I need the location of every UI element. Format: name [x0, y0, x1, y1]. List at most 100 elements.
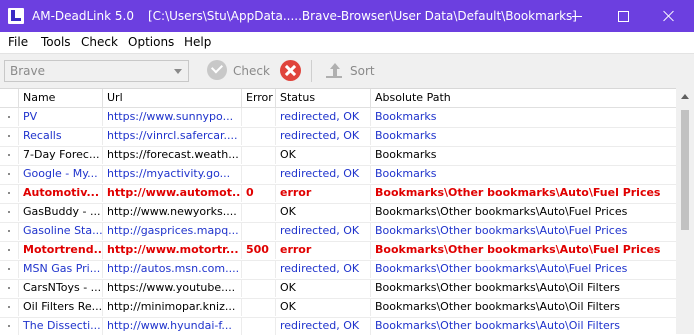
row-marker-icon [0, 203, 19, 221]
table-row[interactable]: The Dissecti... http://www.hyundai-f... re… [0, 317, 676, 335]
cell-path: Bookmarks\Other bookmarks\Auto\Fuel Pric… [375, 262, 628, 275]
menu-help[interactable]: Help [184, 32, 211, 53]
table-row[interactable]: MSN Gas Pri... http://autos.msn.com.... re… [0, 260, 676, 280]
menu-options[interactable]: Options [128, 32, 174, 53]
cell-url: http://gasprices.mapq... [103, 222, 242, 240]
table-row[interactable]: Recalls https://vinrcl.safercar.... redire… [0, 127, 676, 147]
stop-icon[interactable] [280, 60, 301, 81]
check-icon[interactable] [207, 60, 227, 80]
row-marker-icon [0, 127, 19, 145]
table-row[interactable]: Google - My... https://myactivity.go... re… [0, 165, 676, 185]
menu-file[interactable]: File [8, 32, 28, 53]
cell-path: Bookmarks\Other bookmarks\Auto\Oil Filte… [375, 281, 620, 294]
cell-status: redirected, OK [276, 317, 371, 335]
cell-error: 0 [242, 184, 276, 202]
table-row[interactable]: CarsNToys - ... https://www.youtube.... OK… [0, 279, 676, 299]
cell-path: Bookmarks [375, 110, 437, 123]
row-marker-icon [0, 317, 19, 335]
cell-url: https://vinrcl.safercar.... [103, 127, 242, 145]
cell-path: Bookmarks\Other bookmarks\Auto\Fuel Pric… [375, 224, 628, 237]
cell-url: https://www.youtube.... [103, 279, 242, 297]
cell-url: https://forecast.weath... [103, 146, 242, 164]
row-marker-icon [0, 108, 19, 126]
row-marker-icon [0, 298, 19, 316]
column-header-url[interactable]: Url [103, 89, 242, 107]
menu-bar: File Tools Check Options Help [0, 32, 694, 53]
close-button[interactable] [646, 0, 692, 32]
window-path: [C:\Users\Stu\AppData.....Brave-Browser\… [148, 9, 577, 23]
cell-name: CarsNToys - ... [19, 279, 103, 297]
table-row[interactable]: Gasoline Sta... http://gasprices.mapq... r… [0, 222, 676, 242]
toolbar: Brave Check Sort [0, 53, 694, 89]
menu-tools[interactable]: Tools [41, 32, 71, 53]
cell-path: Bookmarks\Other bookmarks\Auto\Oil Filte… [375, 319, 620, 332]
column-header-marker [0, 89, 19, 107]
cell-status: OK [276, 203, 371, 221]
cell-status: redirected, OK [276, 127, 371, 145]
cell-name: GasBuddy - ... [19, 203, 103, 221]
cell-url: http://autos.msn.com.... [103, 260, 242, 278]
row-marker-icon [0, 184, 19, 202]
row-marker-icon [0, 146, 19, 164]
sort-icon[interactable] [325, 61, 343, 79]
cell-error: 500 [242, 241, 276, 259]
cell-url: https://www.sunnypo... [103, 108, 242, 126]
cell-url: http://www.motortr... [103, 241, 242, 259]
cell-name: Google - My... [19, 165, 103, 183]
row-marker-icon [0, 260, 19, 278]
cell-error [242, 317, 276, 335]
table-row[interactable]: GasBuddy - ... http://www.newyorks.... OK B… [0, 203, 676, 223]
menu-check[interactable]: Check [81, 32, 118, 53]
cell-url: https://myactivity.go... [103, 165, 242, 183]
vertical-scrollbar[interactable] [676, 88, 694, 334]
table-row[interactable]: Automotiv... http://www.automot... 0 error B… [0, 184, 676, 204]
cell-url: http://www.newyorks.... [103, 203, 242, 221]
maximize-button[interactable] [600, 0, 646, 32]
cell-name: 7-Day Forec... [19, 146, 103, 164]
toolbar-separator [311, 60, 312, 82]
title-bar[interactable]: AM-DeadLink 5.0 [C:\Users\Stu\AppData...… [0, 0, 694, 32]
column-header-error[interactable]: Error [242, 89, 276, 107]
table-row[interactable]: Motortrend... http://www.motortr... 500 err… [0, 241, 676, 261]
cell-url: http://www.hyundai-f... [103, 317, 242, 335]
cell-path: Bookmarks\Other bookmarks\Auto\Fuel Pric… [375, 186, 661, 199]
minimize-button[interactable] [554, 0, 600, 32]
cell-status: redirected, OK [276, 260, 371, 278]
row-marker-icon [0, 241, 19, 259]
cell-name: Automotiv... [19, 184, 103, 202]
browser-select-value: Brave [10, 64, 46, 78]
browser-select[interactable]: Brave [4, 60, 189, 82]
scroll-thumb[interactable] [681, 110, 689, 230]
column-header-path[interactable]: Absolute Path [371, 89, 676, 107]
cell-status: OK [276, 298, 371, 316]
cell-status: error [276, 184, 371, 202]
table-row[interactable]: PV https://www.sunnypo... redirected, OK Bo… [0, 108, 676, 128]
cell-path: Bookmarks [375, 167, 437, 180]
table-row[interactable]: 7-Day Forec... https://forecast.weath... O… [0, 146, 676, 166]
cell-error [242, 260, 276, 278]
table-row[interactable]: Oil Filters Re... http://minimopar.kniz..… [0, 298, 676, 318]
cell-name: Motortrend... [19, 241, 103, 259]
cell-status: OK [276, 146, 371, 164]
cell-status: redirected, OK [276, 222, 371, 240]
app-icon [8, 8, 24, 24]
scroll-up-icon[interactable] [681, 94, 689, 99]
cell-name: Oil Filters Re... [19, 298, 103, 316]
cell-name: Gasoline Sta... [19, 222, 103, 240]
cell-name: MSN Gas Pri... [19, 260, 103, 278]
column-header-status[interactable]: Status [276, 89, 371, 107]
row-marker-icon [0, 279, 19, 297]
cell-status: error [276, 241, 371, 259]
window-title: AM-DeadLink 5.0 [32, 9, 134, 23]
cell-url: http://www.automot... [103, 184, 242, 202]
cell-path: Bookmarks\Other bookmarks\Auto\Fuel Pric… [375, 205, 628, 218]
cell-error [242, 127, 276, 145]
row-marker-icon [0, 222, 19, 240]
check-button[interactable]: Check [233, 54, 270, 89]
column-header-name[interactable]: Name [19, 89, 103, 107]
cell-status: OK [276, 279, 371, 297]
sort-button[interactable]: Sort [350, 54, 375, 89]
cell-error [242, 165, 276, 183]
table-header: Name Url Error Status Absolute Path [0, 89, 676, 108]
cell-name: Recalls [19, 127, 103, 145]
